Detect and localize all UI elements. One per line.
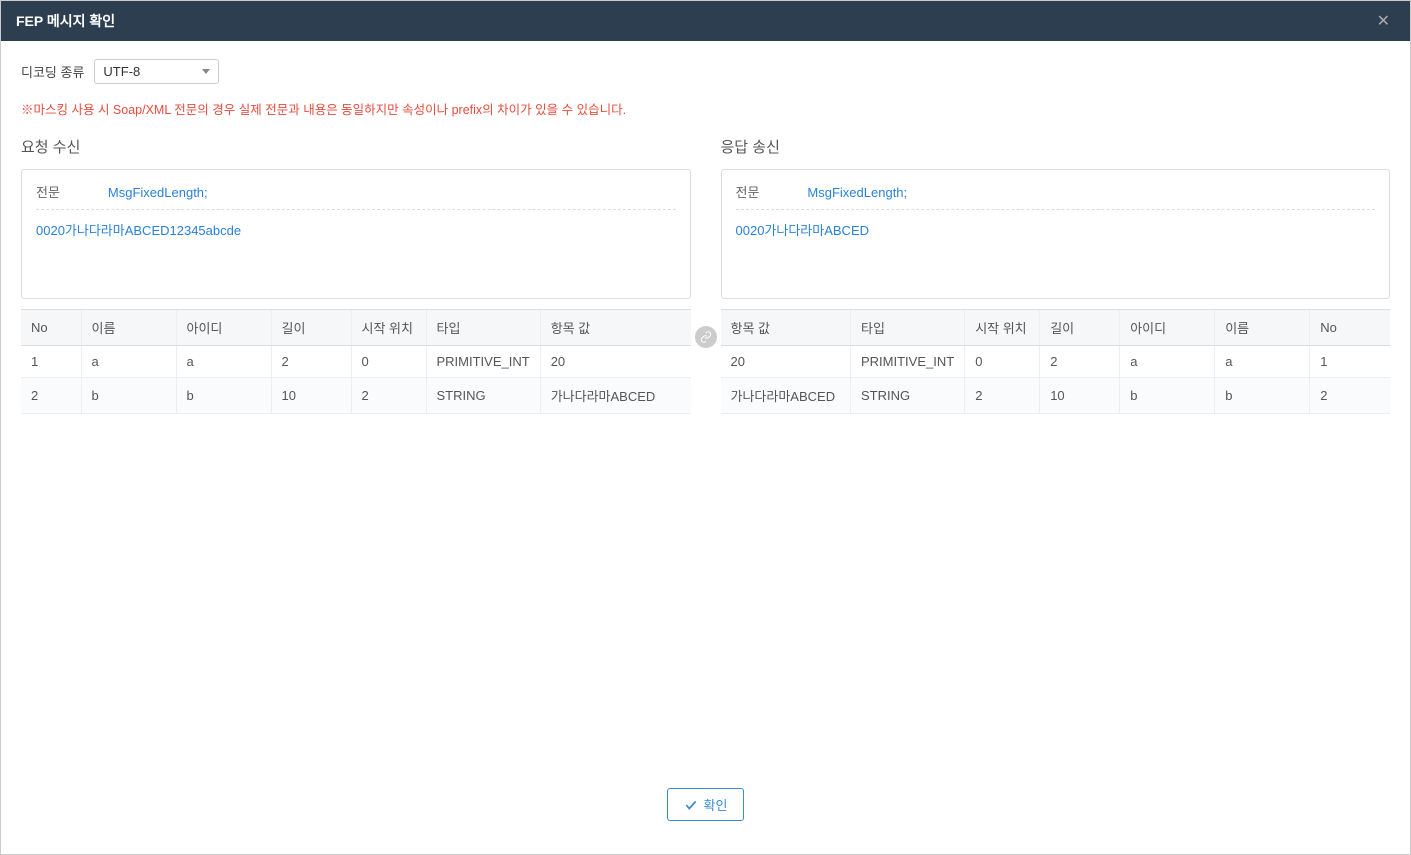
response-table: 항목 값 타입 시작 위치 길이 아이디 이름 No 20 PRIMITIVE_… (721, 309, 1391, 414)
cell-name: a (81, 346, 176, 378)
response-th-start: 시작 위치 (965, 310, 1040, 346)
check-icon (684, 798, 698, 812)
footer: 확인 (21, 773, 1390, 836)
response-th-name: 이름 (1215, 310, 1310, 346)
request-msg-label: 전문 (36, 182, 60, 201)
request-title: 요청 수신 (21, 136, 691, 157)
titlebar: FEP 메시지 확인 ✕ (1, 1, 1410, 41)
cell-length: 10 (271, 378, 351, 414)
response-th-no: No (1310, 310, 1390, 346)
cell-no: 1 (1310, 346, 1390, 378)
cell-id: a (1120, 346, 1215, 378)
cell-value: 20 (721, 346, 851, 378)
cell-no: 2 (21, 378, 81, 414)
request-th-id: 아이디 (176, 310, 271, 346)
response-th-length: 길이 (1040, 310, 1120, 346)
cell-start: 2 (965, 378, 1040, 414)
cell-value: 20 (540, 346, 690, 378)
decode-select-value: UTF-8 (103, 64, 202, 79)
response-th-value: 항목 값 (721, 310, 851, 346)
cell-id: b (176, 378, 271, 414)
cell-start: 0 (351, 346, 426, 378)
response-msg-type-link[interactable]: MsgFixedLength; (807, 185, 907, 200)
cell-length: 2 (1040, 346, 1120, 378)
cell-start: 0 (965, 346, 1040, 378)
response-panel: 응답 송신 전문 MsgFixedLength; 0020가나다라마ABCED … (721, 136, 1391, 414)
response-msg-box: 전문 MsgFixedLength; 0020가나다라마ABCED (721, 169, 1391, 299)
cell-type: PRIMITIVE_INT (426, 346, 540, 378)
response-msg-content: 0020가나다라마ABCED (736, 220, 1376, 239)
response-th-type: 타입 (851, 310, 965, 346)
chevron-down-icon (202, 69, 210, 74)
request-msg-type-link[interactable]: MsgFixedLength; (108, 185, 208, 200)
request-th-value: 항목 값 (540, 310, 690, 346)
request-table-header-row: No 이름 아이디 길이 시작 위치 타입 항목 값 (21, 310, 691, 346)
table-row[interactable]: 가나다라마ABCED STRING 2 10 b b 2 (721, 378, 1391, 414)
close-icon[interactable]: ✕ (1372, 11, 1395, 31)
table-row[interactable]: 20 PRIMITIVE_INT 0 2 a a 1 (721, 346, 1391, 378)
request-th-no: No (21, 310, 81, 346)
request-th-type: 타입 (426, 310, 540, 346)
request-th-name: 이름 (81, 310, 176, 346)
cell-type: STRING (426, 378, 540, 414)
cell-type: STRING (851, 378, 965, 414)
request-th-length: 길이 (271, 310, 351, 346)
response-msg-label: 전문 (736, 182, 760, 201)
table-row[interactable]: 2 b b 10 2 STRING 가나다라마ABCED (21, 378, 691, 414)
request-table: No 이름 아이디 길이 시작 위치 타입 항목 값 1 a a 2 (21, 309, 691, 414)
cell-start: 2 (351, 378, 426, 414)
cell-name: b (81, 378, 176, 414)
decode-label: 디코딩 종류 (21, 62, 84, 81)
panels-container: 요청 수신 전문 MsgFixedLength; 0020가나다라마ABCED1… (21, 136, 1390, 414)
cell-name: b (1215, 378, 1310, 414)
cell-name: a (1215, 346, 1310, 378)
cell-value: 가나다라마ABCED (540, 378, 690, 414)
cell-no: 2 (1310, 378, 1390, 414)
confirm-button-label: 확인 (704, 795, 728, 814)
request-msg-header: 전문 MsgFixedLength; (36, 182, 676, 210)
content-area: 디코딩 종류 UTF-8 ※마스킹 사용 시 Soap/XML 전문의 경우 실… (1, 41, 1410, 854)
decode-select[interactable]: UTF-8 (94, 59, 219, 84)
cell-id: b (1120, 378, 1215, 414)
request-th-start: 시작 위치 (351, 310, 426, 346)
cell-no: 1 (21, 346, 81, 378)
request-msg-box: 전문 MsgFixedLength; 0020가나다라마ABCED12345ab… (21, 169, 691, 299)
response-title: 응답 송신 (721, 136, 1391, 157)
response-table-header-row: 항목 값 타입 시작 위치 길이 아이디 이름 No (721, 310, 1391, 346)
decode-row: 디코딩 종류 UTF-8 (21, 59, 1390, 84)
cell-type: PRIMITIVE_INT (851, 346, 965, 378)
response-th-id: 아이디 (1120, 310, 1215, 346)
warning-text: ※마스킹 사용 시 Soap/XML 전문의 경우 실제 전문과 내용은 동일하… (21, 99, 1390, 118)
window-title: FEP 메시지 확인 (16, 11, 115, 31)
link-icon[interactable] (695, 326, 717, 348)
table-row[interactable]: 1 a a 2 0 PRIMITIVE_INT 20 (21, 346, 691, 378)
cell-length: 10 (1040, 378, 1120, 414)
request-msg-content: 0020가나다라마ABCED12345abcde (36, 220, 676, 239)
request-panel: 요청 수신 전문 MsgFixedLength; 0020가나다라마ABCED1… (21, 136, 691, 414)
confirm-button[interactable]: 확인 (667, 788, 745, 821)
cell-id: a (176, 346, 271, 378)
cell-length: 2 (271, 346, 351, 378)
response-msg-header: 전문 MsgFixedLength; (736, 182, 1376, 210)
cell-value: 가나다라마ABCED (721, 378, 851, 414)
